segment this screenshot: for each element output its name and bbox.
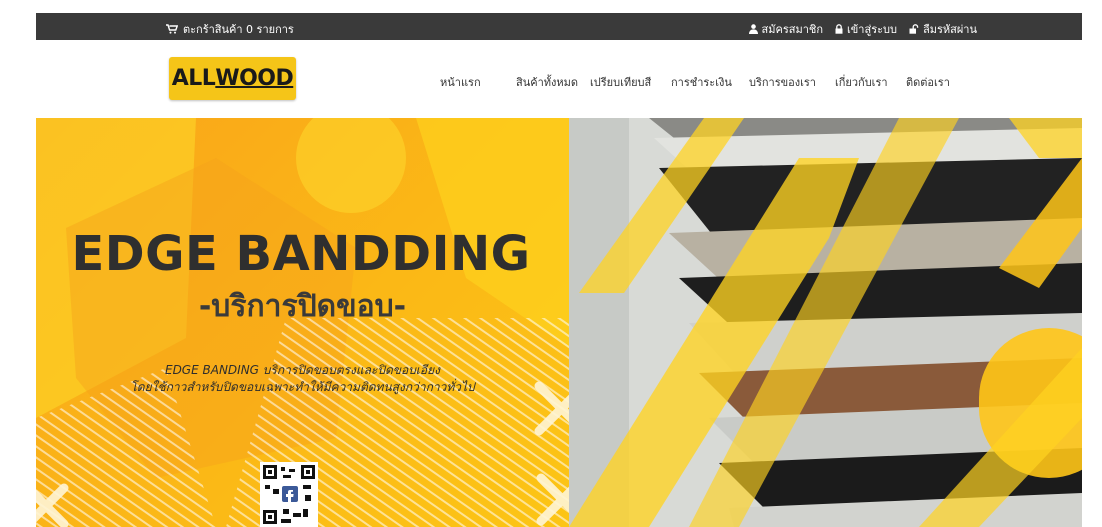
hero-description-line-1: EDGE BANDING บริการปิดขอบตรงและปิดขอบเอี… (164, 363, 441, 377)
hero-left-panel: EDGE BANDDING -บริการปิดขอบ- EDGE BANDIN… (36, 118, 569, 527)
nav-item-all-products[interactable]: สินค้าทั้งหมด (516, 73, 590, 91)
qr-code[interactable] (260, 462, 318, 527)
nav-item-contact[interactable]: ติดต่อเรา (906, 73, 950, 91)
nav-item-about[interactable]: เกี่ยวกับเรา (835, 73, 906, 91)
lock-icon (835, 24, 843, 34)
site-header: ALL WOOD หน้าแรก สินค้าทั้งหมด เปรียบเทีย… (36, 40, 1082, 117)
unlock-icon (909, 24, 919, 34)
top-bar: ตะกร้าสินค้า 0 รายการ สมัครสมาชิก เข้าสู… (36, 13, 1082, 40)
user-icon (748, 24, 758, 34)
forgot-password-label: ลืมรหัสผ่าน (922, 23, 977, 36)
cart-label: ตะกร้าสินค้า 0 รายการ (183, 23, 294, 36)
logo-suffix: WOOD (215, 66, 294, 91)
edge-banding-boards-illustration (569, 118, 1082, 527)
hero-headline: EDGE BANDDING (71, 226, 531, 282)
main-nav: หน้าแรก สินค้าทั้งหมด เปรียบเทียบสี การช… (440, 73, 950, 91)
forgot-password-link[interactable]: ลืมรหัสผ่าน (909, 20, 977, 38)
hero-description: EDGE BANDING บริการปิดขอบตรงและปิดขอบเอี… (36, 362, 569, 396)
nav-item-home[interactable]: หน้าแรก (440, 73, 516, 91)
register-link[interactable]: สมัครสมาชิก (748, 20, 824, 38)
login-link[interactable]: เข้าสู่ระบบ (835, 20, 897, 38)
nav-item-compare-colors[interactable]: เปรียบเทียบสี (590, 73, 671, 91)
allwood-logo[interactable]: ALL WOOD (169, 57, 296, 100)
nav-item-payment[interactable]: การชำระเงิน (671, 73, 749, 91)
shopping-cart-icon (166, 24, 178, 34)
nav-item-services[interactable]: บริการของเรา (749, 73, 835, 91)
logo-prefix: ALL (171, 66, 216, 91)
register-label: สมัครสมาชิก (761, 23, 824, 36)
hero-description-line-2: โดยใช้กาวสำหรับปิดขอบเฉพาะทำให้มีความติด… (130, 380, 475, 394)
user-links: สมัครสมาชิก เข้าสู่ระบบ ลืมรหัสผ่าน (748, 20, 977, 38)
cart-link[interactable]: ตะกร้าสินค้า 0 รายการ (166, 20, 294, 38)
hero-right-panel (569, 118, 1082, 527)
login-label: เข้าสู่ระบบ (847, 23, 897, 36)
hero-subheadline: -บริการปิดขอบ- (198, 289, 407, 324)
hero-banner[interactable]: EDGE BANDDING -บริการปิดขอบ- EDGE BANDIN… (36, 118, 1082, 527)
